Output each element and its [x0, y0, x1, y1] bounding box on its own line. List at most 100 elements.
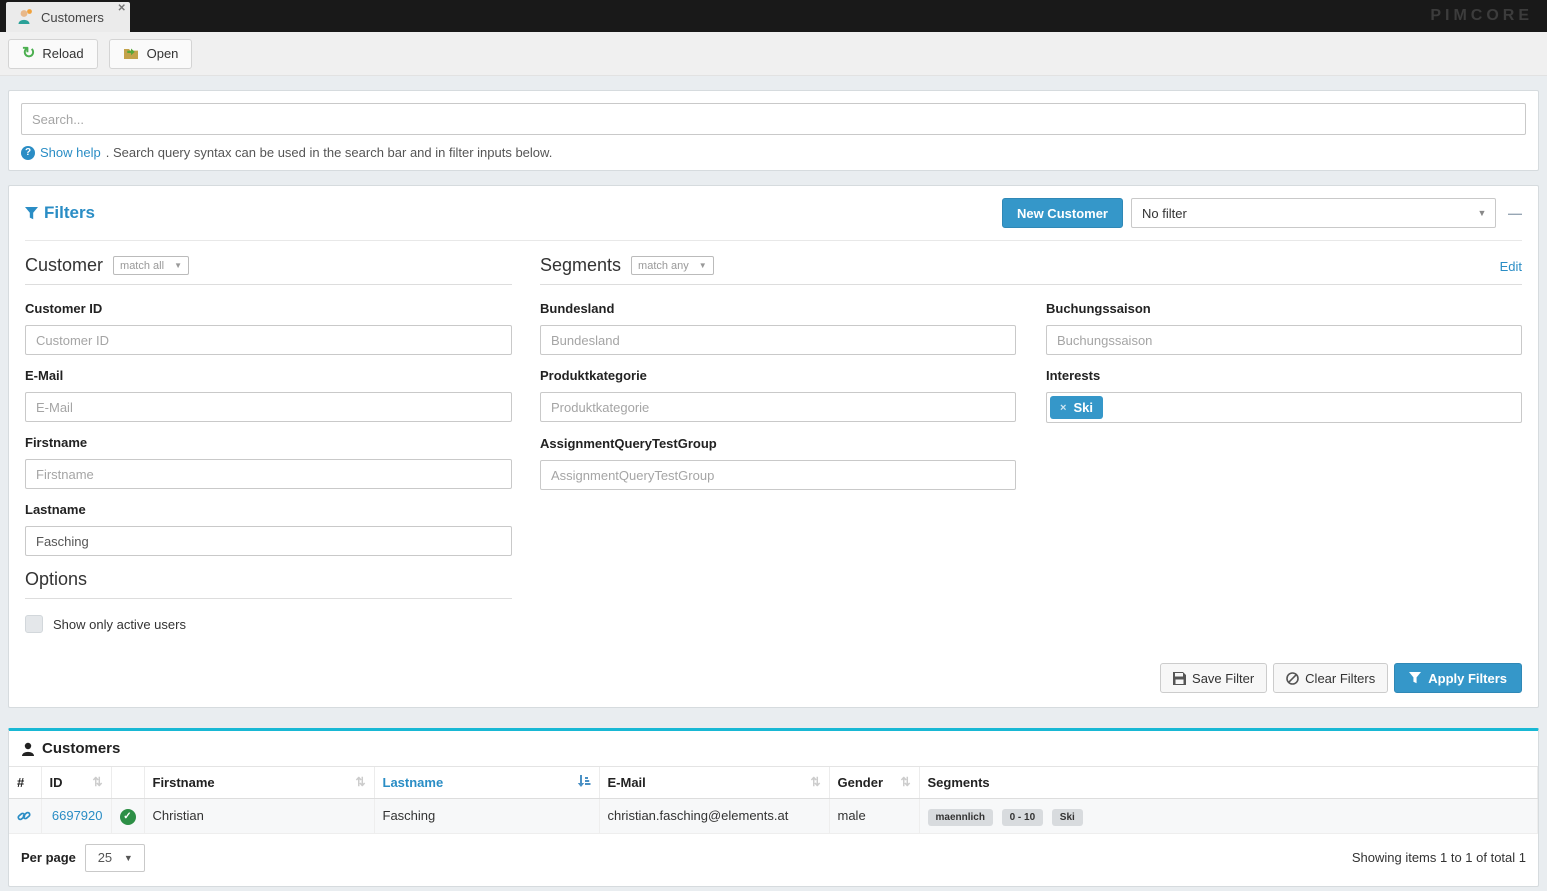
- email-input[interactable]: [25, 392, 512, 422]
- chevron-down-icon[interactable]: ▼: [1469, 199, 1495, 227]
- table-header-row: # ID ⇅ Firstname ⇅ Lastname E-Mai: [9, 767, 1538, 799]
- filters-body: Customer match all ▼ Customer ID E-Mail …: [25, 255, 1522, 633]
- active-users-checkbox-row: Show only active users: [25, 615, 512, 633]
- toolbar: ↻ Reload Open: [0, 32, 1547, 76]
- customer-match-select[interactable]: match all ▼: [113, 256, 189, 275]
- segment-badge: 0 - 10: [1002, 809, 1044, 826]
- show-help-link[interactable]: Show help: [40, 145, 101, 160]
- help-question-icon: ?: [21, 146, 35, 160]
- tab-label: Customers: [41, 10, 104, 25]
- tab-customers[interactable]: Customers ✕: [6, 2, 130, 32]
- sort-icon[interactable]: ⇅: [92, 775, 102, 789]
- segments-section-header: Segments match any ▼: [540, 255, 1522, 285]
- bundesland-input[interactable]: [540, 325, 1016, 355]
- floppy-disk-icon: [1173, 672, 1186, 685]
- user-icon: [21, 742, 35, 756]
- assignmentquerytestgroup-input[interactable]: [540, 460, 1016, 490]
- filter-field-bundesland: Bundesland: [540, 301, 1016, 355]
- customer-filter-column: Customer match all ▼ Customer ID E-Mail …: [25, 255, 512, 633]
- filter-field-assignmentquerytestgroup: AssignmentQueryTestGroup: [540, 436, 1016, 490]
- options-section-title: Options: [25, 569, 87, 590]
- chevron-down-icon: ▼: [699, 261, 707, 270]
- sort-icon[interactable]: ⇅: [900, 775, 910, 789]
- options-section-header: Options: [25, 569, 512, 599]
- interest-tag-ski: × Ski: [1050, 396, 1103, 419]
- customer-section-header: Customer match all ▼: [25, 255, 512, 285]
- customer-id-input[interactable]: [25, 325, 512, 355]
- segments-grid: Bundesland Buchungssaison Produktkategor…: [540, 301, 1522, 503]
- sort-icon[interactable]: ⇅: [355, 775, 365, 789]
- firstname-input[interactable]: [25, 459, 512, 489]
- open-detail-link-icon[interactable]: [17, 809, 33, 823]
- apply-filters-button[interactable]: Apply Filters: [1394, 663, 1522, 693]
- column-header-email[interactable]: E-Mail ⇅: [599, 767, 829, 799]
- filter-field-interests: Interests × Ski: [1046, 368, 1522, 423]
- top-bar: Customers ✕ PIMCORE: [0, 0, 1547, 32]
- remove-tag-icon[interactable]: ×: [1060, 402, 1066, 414]
- options-section: Options Show only active users: [25, 569, 512, 633]
- clear-filters-button[interactable]: Clear Filters: [1273, 663, 1388, 693]
- interests-tag-input[interactable]: × Ski: [1046, 392, 1522, 423]
- filter-field-produktkategorie: Produktkategorie: [540, 368, 1016, 423]
- per-page-select[interactable]: 25 ▼: [85, 844, 145, 872]
- row-status-cell: ✓: [111, 799, 144, 834]
- saved-filter-select[interactable]: No filter ▼: [1131, 198, 1496, 228]
- filters-footer: Save Filter Clear Filters Apply Filters: [25, 663, 1522, 693]
- buchungssaison-input[interactable]: [1046, 325, 1522, 355]
- filter-field-email: E-Mail: [25, 368, 512, 422]
- segments-match-select[interactable]: match any ▼: [631, 256, 714, 275]
- row-id[interactable]: 6697920: [41, 799, 111, 834]
- saved-filter-value: No filter: [1132, 206, 1469, 221]
- row-lastname: Fasching: [374, 799, 599, 834]
- search-input[interactable]: [21, 103, 1526, 135]
- active-users-checkbox[interactable]: [25, 615, 43, 633]
- filters-title: Filters: [25, 203, 95, 223]
- customers-table: # ID ⇅ Firstname ⇅ Lastname E-Mai: [9, 767, 1538, 834]
- reload-button[interactable]: ↻ Reload: [8, 39, 98, 69]
- edit-segments-link[interactable]: Edit: [1500, 259, 1522, 274]
- search-help-line: ? Show help . Search query syntax can be…: [21, 145, 1526, 160]
- save-filter-button[interactable]: Save Filter: [1160, 663, 1267, 693]
- active-users-checkbox-label: Show only active users: [53, 617, 186, 632]
- showing-items-text: Showing items 1 to 1 of total 1: [1352, 850, 1526, 865]
- open-button[interactable]: Open: [109, 39, 193, 69]
- filter-field-buchungssaison: Buchungssaison: [1046, 301, 1522, 355]
- row-link-cell[interactable]: [9, 799, 41, 834]
- open-folder-icon: [123, 46, 140, 61]
- chevron-down-icon: ▼: [124, 853, 144, 863]
- row-segments: maennlich 0 - 10 Ski: [919, 799, 1538, 834]
- customers-panel-header: Customers: [9, 731, 1538, 767]
- active-check-icon: ✓: [120, 809, 136, 825]
- sort-active-icon[interactable]: [577, 775, 591, 787]
- table-footer: Per page 25 ▼ Showing items 1 to 1 of to…: [9, 834, 1538, 886]
- reload-label: Reload: [42, 46, 83, 61]
- segment-badge: maennlich: [928, 809, 993, 826]
- per-page-label: Per page: [21, 850, 76, 865]
- filter-funnel-icon: [1409, 672, 1421, 684]
- sort-icon[interactable]: ⇅: [810, 775, 820, 789]
- pimcore-logo: PIMCORE: [1430, 7, 1533, 25]
- customer-section-title: Customer: [25, 255, 103, 276]
- open-label: Open: [147, 46, 179, 61]
- column-header-hash: #: [9, 767, 41, 799]
- new-customer-button[interactable]: New Customer: [1002, 198, 1123, 228]
- filter-field-lastname: Lastname: [25, 502, 512, 556]
- lastname-input[interactable]: [25, 526, 512, 556]
- produktkategorie-input[interactable]: [540, 392, 1016, 422]
- cancel-circle-icon: [1286, 672, 1299, 685]
- filter-field-firstname: Firstname: [25, 435, 512, 489]
- column-header-firstname[interactable]: Firstname ⇅: [144, 767, 374, 799]
- tab-close-icon[interactable]: ✕: [117, 3, 125, 14]
- search-panel: ? Show help . Search query syntax can be…: [8, 90, 1539, 171]
- column-header-gender[interactable]: Gender ⇅: [829, 767, 919, 799]
- collapse-panel-icon[interactable]: —: [1508, 205, 1522, 221]
- column-header-lastname[interactable]: Lastname: [374, 767, 599, 799]
- filters-header: Filters New Customer No filter ▼ —: [25, 198, 1522, 241]
- segments-section-title: Segments: [540, 255, 621, 276]
- customers-table-panel: Customers # ID ⇅ Firstname ⇅ Lastname: [8, 728, 1539, 887]
- row-firstname: Christian: [144, 799, 374, 834]
- column-header-segments: Segments: [919, 767, 1538, 799]
- reload-icon: ↻: [22, 46, 35, 62]
- column-header-id[interactable]: ID ⇅: [41, 767, 111, 799]
- table-row[interactable]: 6697920 ✓ Christian Fasching christian.f…: [9, 799, 1538, 834]
